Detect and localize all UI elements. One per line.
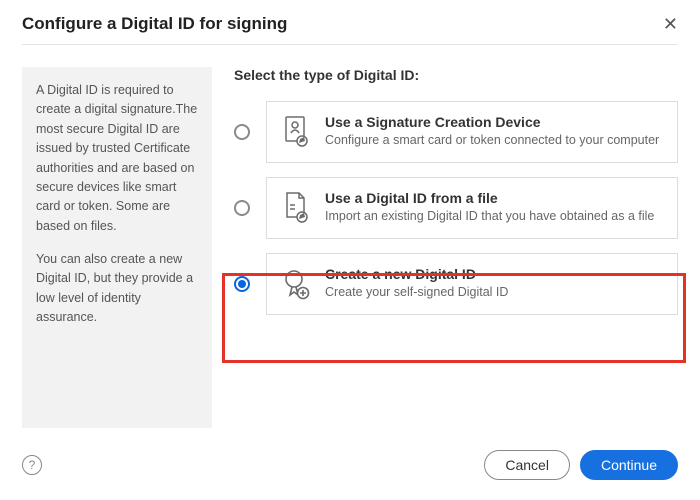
dialog-body: A Digital ID is required to create a dig…: [0, 45, 700, 450]
card-from-file[interactable]: Use a Digital ID from a file Import an e…: [266, 177, 678, 239]
option-from-file[interactable]: Use a Digital ID from a file Import an e…: [234, 177, 678, 239]
radio-create-new[interactable]: [234, 276, 250, 292]
option-title: Create a new Digital ID: [325, 266, 663, 282]
new-id-icon: [281, 266, 311, 302]
signature-device-icon: [281, 114, 311, 150]
option-signature-device[interactable]: Use a Signature Creation Device Configur…: [234, 101, 678, 163]
info-sidebar: A Digital ID is required to create a dig…: [22, 67, 212, 428]
radio-signature-device[interactable]: [234, 124, 250, 140]
card-signature-device[interactable]: Use a Signature Creation Device Configur…: [266, 101, 678, 163]
option-desc: Configure a smart card or token connecte…: [325, 132, 663, 150]
option-desc: Create your self-signed Digital ID: [325, 284, 663, 302]
close-icon[interactable]: ✕: [663, 15, 678, 33]
option-desc: Import an existing Digital ID that you h…: [325, 208, 663, 226]
continue-button[interactable]: Continue: [580, 450, 678, 480]
dialog-header: Configure a Digital ID for signing ✕: [0, 0, 700, 44]
sidebar-paragraph-1: A Digital ID is required to create a dig…: [36, 81, 198, 236]
radio-from-file[interactable]: [234, 200, 250, 216]
prompt-label: Select the type of Digital ID:: [234, 67, 678, 83]
option-list: Use a Signature Creation Device Configur…: [234, 101, 678, 315]
card-texts: Create a new Digital ID Create your self…: [325, 266, 663, 302]
card-texts: Use a Digital ID from a file Import an e…: [325, 190, 663, 226]
dialog-title: Configure a Digital ID for signing: [22, 14, 287, 34]
file-id-icon: [281, 190, 311, 226]
option-title: Use a Signature Creation Device: [325, 114, 663, 130]
dialog-footer: ? Cancel Continue: [0, 450, 700, 500]
digital-id-dialog: Configure a Digital ID for signing ✕ A D…: [0, 0, 700, 500]
option-title: Use a Digital ID from a file: [325, 190, 663, 206]
cancel-button[interactable]: Cancel: [484, 450, 570, 480]
help-icon[interactable]: ?: [22, 455, 42, 475]
option-create-new[interactable]: Create a new Digital ID Create your self…: [234, 253, 678, 315]
card-texts: Use a Signature Creation Device Configur…: [325, 114, 663, 150]
sidebar-paragraph-2: You can also create a new Digital ID, bu…: [36, 250, 198, 328]
card-create-new[interactable]: Create a new Digital ID Create your self…: [266, 253, 678, 315]
main-panel: Select the type of Digital ID:: [234, 67, 678, 428]
